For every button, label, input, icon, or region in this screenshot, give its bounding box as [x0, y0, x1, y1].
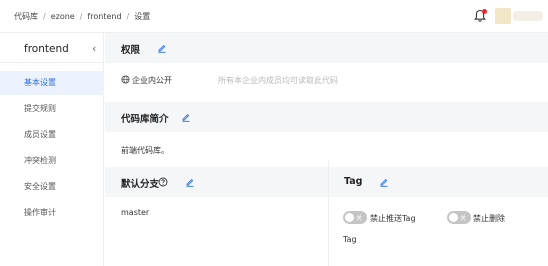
forbid-delete-tag-toggle[interactable]: 关 [447, 211, 471, 224]
permissions-title: 权限 [121, 45, 141, 56]
column-divider [328, 160, 329, 266]
visibility-value: 企业内公开 [132, 76, 172, 85]
avatar[interactable] [495, 8, 511, 24]
breadcrumb: 代码库 / ezone / frontend / 设置 [14, 11, 150, 22]
breadcrumb-separator: / [126, 12, 130, 21]
toggle-knob [345, 213, 354, 222]
breadcrumb-item-project[interactable]: ezone [51, 12, 75, 21]
notification-dot [482, 9, 487, 14]
sidebar-item-conflict-detection[interactable]: 冲突检测 [0, 149, 104, 173]
forbid-delete-tag-label: 禁止删除 [473, 214, 505, 223]
edit-icon[interactable] [185, 177, 195, 187]
breadcrumb-item-org[interactable]: 代码库 [14, 12, 38, 21]
permissions-section-header: 权限 [105, 33, 548, 63]
globe-icon [121, 75, 130, 84]
sidebar-item-member-settings[interactable]: 成员设置 [0, 123, 104, 147]
toggle-off-text: 关 [356, 215, 363, 222]
main-content: 权限 企业内公开 所有本企业内成员均可读取此代码 代码库简介 前端代码库。 默认… [105, 33, 548, 266]
sidebar-item-commit-rules[interactable]: 提交规则 [0, 97, 104, 121]
edit-icon[interactable] [379, 177, 389, 187]
toggle-knob [449, 213, 458, 222]
sidebar: frontend ‹ 基本设置 提交规则 成员设置 冲突检测 安全设置 操作审计 [0, 33, 104, 266]
sidebar-item-security-settings[interactable]: 安全设置 [0, 175, 104, 199]
breadcrumb-separator: / [79, 12, 83, 21]
help-icon[interactable] [158, 177, 168, 187]
default-branch-value: master [121, 208, 150, 217]
tag-section-header: Tag [329, 167, 548, 197]
top-bar: 代码库 / ezone / frontend / 设置 [0, 0, 548, 33]
description-text: 前端代码库。 [121, 146, 169, 155]
description-title: 代码库简介 [121, 114, 169, 125]
visibility-hint: 所有本企业内成员均可读取此代码 [218, 76, 338, 85]
breadcrumb-item-repo[interactable]: frontend [87, 12, 121, 21]
description-section-header: 代码库简介 [105, 102, 548, 132]
default-branch-title: 默认分支 [121, 179, 160, 190]
sidebar-header: frontend ‹ [0, 33, 104, 63]
forbid-delete-tag-label-wrap: Tag [343, 235, 357, 244]
sidebar-item-audit[interactable]: 操作审计 [0, 201, 104, 225]
forbid-push-tag-label: 禁止推送Tag [370, 214, 416, 223]
breadcrumb-separator: / [43, 12, 46, 21]
edit-icon[interactable] [157, 43, 167, 53]
repo-name: frontend [24, 43, 69, 55]
sidebar-item-basic-settings[interactable]: 基本设置 [0, 71, 104, 95]
edit-icon[interactable] [181, 112, 191, 122]
chevron-left-icon[interactable]: ‹ [92, 42, 96, 55]
toggle-off-text: 关 [460, 215, 467, 222]
user-name-blurred[interactable] [513, 11, 543, 21]
breadcrumb-item-current: 设置 [134, 12, 151, 21]
default-branch-section-header: 默认分支 [105, 167, 328, 197]
forbid-push-tag-toggle[interactable]: 关 [343, 211, 367, 224]
tag-title: Tag [344, 176, 363, 187]
